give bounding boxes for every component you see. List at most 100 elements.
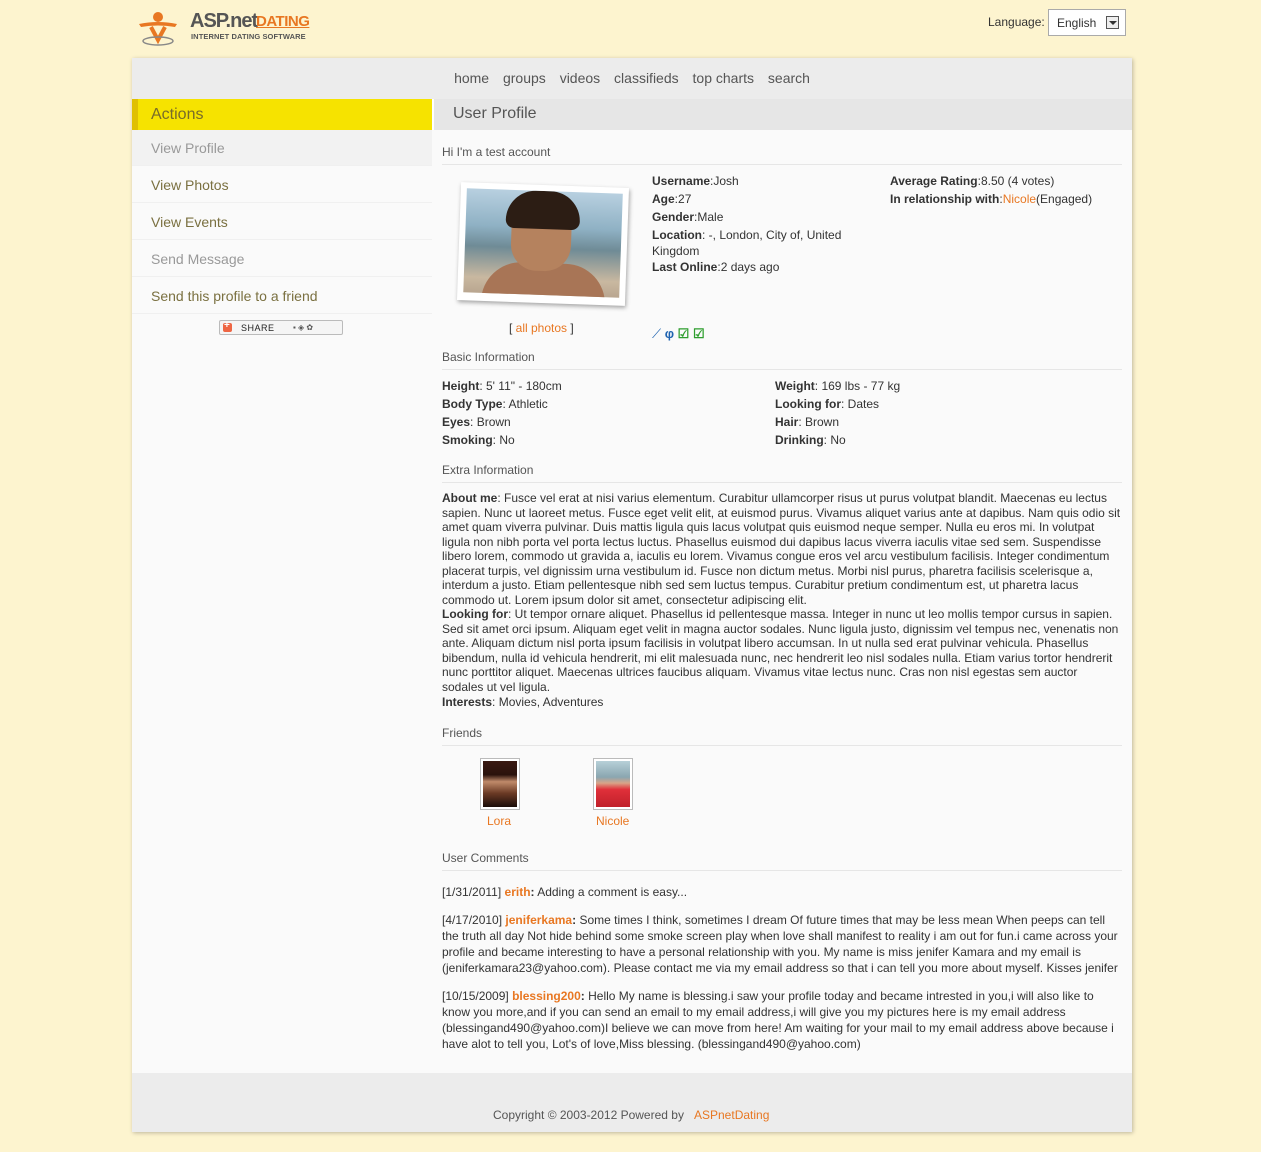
friend-photo — [483, 761, 517, 807]
basic-row: Height: 5' 11" - 180cm — [442, 378, 562, 394]
basic-row: Body Type: Athletic — [442, 396, 548, 412]
basic-label: Drinking — [775, 433, 824, 447]
sidebar-item-view-profile: View Profile — [132, 130, 432, 166]
sidebar-item-view-photos[interactable]: View Photos — [132, 167, 432, 203]
comment-date: [10/15/2009] — [442, 989, 509, 1003]
omega-icon: φ — [664, 326, 675, 341]
basic-label: Hair — [775, 415, 799, 429]
nav-videos[interactable]: videos — [560, 70, 600, 86]
section-title: Extra Information — [442, 463, 534, 477]
section-title: Friends — [442, 726, 483, 740]
bracket-open: [ — [509, 321, 516, 335]
section-title: Basic Information — [442, 350, 535, 364]
all-photos-link[interactable]: all photos — [516, 321, 567, 335]
friend-avatar[interactable] — [480, 758, 520, 810]
comment-author-link[interactable]: erith — [505, 885, 531, 899]
nav-home[interactable]: home — [454, 70, 489, 86]
basic-row: Smoking: No — [442, 432, 515, 448]
footer: Copyright © 2003-2012 Powered by ASPnetD… — [132, 1073, 1132, 1132]
basic-value: : 5' 11" - 180cm — [479, 379, 562, 393]
footer-powered-link[interactable]: ASPnetDating — [694, 1108, 769, 1122]
logo-figure-icon — [139, 12, 177, 46]
location-label: Location — [652, 228, 702, 242]
greeting-text: Hi I'm a test account — [442, 145, 551, 159]
share-button[interactable]: SHARE ▪ ◈ ✿ — [219, 320, 343, 335]
language-select[interactable]: English — [1048, 9, 1126, 36]
looking-text: : Ut tempor ornare aliquet. Phasellus id… — [442, 607, 1119, 694]
relationship-status: (Engaged) — [1036, 192, 1093, 206]
nav-top-charts[interactable]: top charts — [693, 70, 754, 86]
relationship-partner-link[interactable]: Nicole — [1003, 192, 1036, 206]
last-online-label: Last Online — [652, 260, 718, 274]
location-value-2: Kingdom — [652, 244, 700, 258]
gender-label: Gender — [652, 210, 695, 224]
comment-author-link[interactable]: blessing200 — [512, 989, 581, 1003]
friend-name-link[interactable]: Nicole — [596, 814, 629, 828]
logo-text: ASP.net — [190, 10, 258, 32]
actions-header: Actions — [132, 99, 432, 130]
comment: [10/15/2009] blessing200: Hello My name … — [442, 989, 1114, 1051]
check-icon: ☑ — [677, 326, 690, 341]
interests-text: : Movies, Adventures — [492, 695, 604, 709]
about-me: About me: Fusce vel erat at nisi varius … — [442, 491, 1122, 607]
sidebar-item-label: View Profile — [151, 140, 225, 156]
about-label: About me — [442, 491, 498, 505]
sidebar-item-view-events[interactable]: View Events — [132, 204, 432, 240]
share-plus-icon — [223, 320, 232, 332]
extra-info-heading: Extra Information — [442, 463, 1122, 483]
logo-text-accent: DATING — [256, 13, 310, 30]
profile-header: User Profile — [432, 99, 1132, 130]
top-nav: home groups videos classifieds top chart… — [132, 58, 1132, 99]
basic-label: Smoking — [442, 433, 493, 447]
verification-icons: ⟋ φ ☑ ☑ — [652, 326, 705, 342]
basic-row: Looking for: Dates — [775, 396, 879, 412]
language-label: Language: — [988, 15, 1045, 29]
nav-classifieds[interactable]: classifieds — [614, 70, 679, 86]
location-value: : -, London, City of, United — [702, 228, 842, 242]
sidebar-item-label[interactable]: View Photos — [151, 177, 229, 193]
comment-date: [4/17/2010] — [442, 913, 503, 927]
basic-row: Weight: 169 lbs - 77 kg — [775, 378, 900, 394]
basic-label: Looking for — [775, 397, 841, 411]
username-value: Josh — [713, 174, 739, 188]
looking-for: Looking for: Ut tempor ornare aliquet. P… — [442, 607, 1122, 694]
chevron-down-icon[interactable] — [1106, 16, 1119, 29]
profile-photo[interactable] — [456, 182, 630, 306]
comment-text: Adding a comment is easy... — [537, 885, 688, 899]
basic-info-heading: Basic Information — [442, 350, 1122, 370]
comment-author-link[interactable]: jeniferkama — [505, 913, 572, 927]
looking-label: Looking for — [442, 607, 508, 621]
basic-label: Weight — [775, 379, 815, 393]
friend-name-link[interactable]: Lora — [487, 814, 511, 828]
age-label: Age — [652, 192, 675, 206]
tool-icon: ⟋ — [652, 326, 662, 341]
check-icon: ☑ — [692, 326, 705, 341]
section-title: User Comments — [442, 851, 529, 865]
rating-row: Average Rating:8.50 (4 votes) — [890, 174, 1055, 188]
language-value: English — [1057, 16, 1097, 30]
last-online-row: Last Online:2 days ago — [652, 260, 780, 274]
sidebar-item-send-to-friend[interactable]: Send this profile to a friend — [132, 278, 432, 314]
about-text: : Fusce vel erat at nisi varius elementu… — [442, 491, 1121, 607]
friend-avatar[interactable] — [593, 758, 633, 810]
comment: [4/17/2010] jeniferkama: Some times I th… — [442, 913, 1118, 975]
comment-date: [1/31/2011] — [442, 885, 502, 899]
copyright-text: Copyright © 2003-2012 Powered by — [493, 1108, 684, 1122]
relationship-label: In relationship with — [890, 192, 1000, 206]
age-value: 27 — [678, 192, 692, 206]
basic-row: Drinking: No — [775, 432, 846, 448]
sidebar-item-label[interactable]: View Events — [151, 214, 228, 230]
share-label: SHARE — [241, 323, 275, 333]
username-label: Username — [652, 174, 711, 188]
sidebar-item-label[interactable]: Send this profile to a friend — [151, 288, 318, 304]
interests-label: Interests — [442, 695, 493, 709]
site-logo[interactable]: ASP.net DATING INTERNET DATING SOFTWARE — [137, 8, 310, 48]
friend-photo — [596, 761, 630, 807]
nav-search[interactable]: search — [768, 70, 810, 86]
sidebar-item-label: Send Message — [151, 251, 245, 267]
comments-heading: User Comments — [442, 851, 1122, 871]
basic-value: : No — [823, 433, 846, 447]
main-container: home groups videos classifieds top chart… — [132, 58, 1132, 1132]
nav-groups[interactable]: groups — [503, 70, 546, 86]
basic-row: Eyes: Brown — [442, 414, 511, 430]
